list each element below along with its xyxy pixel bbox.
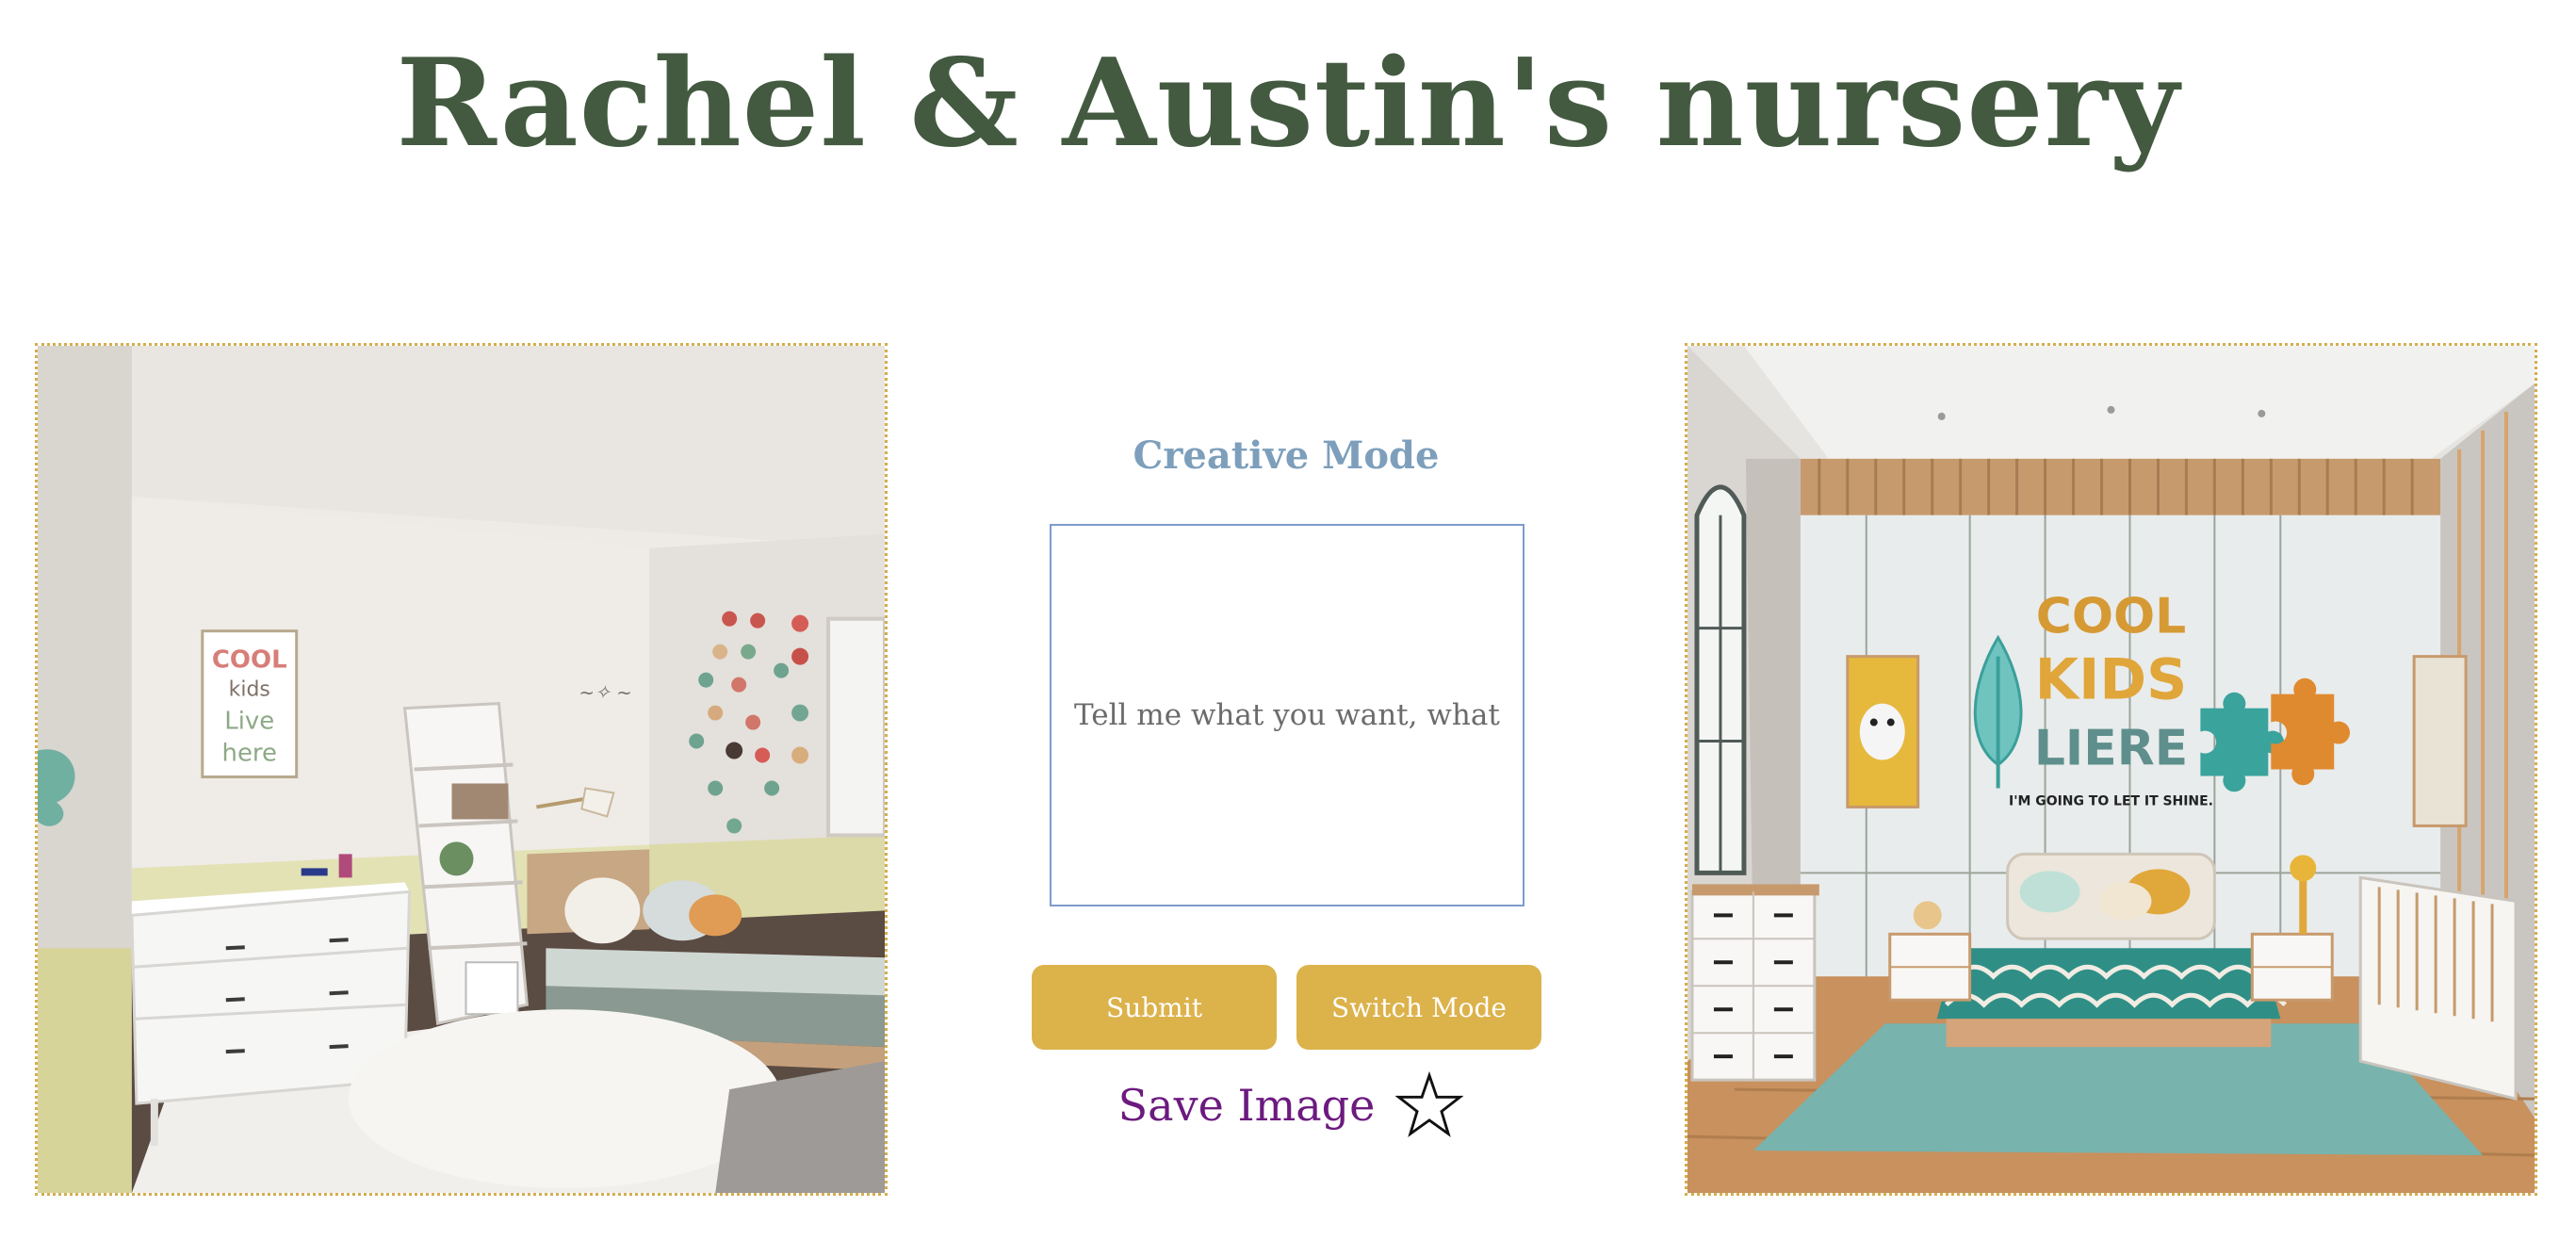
star-outline-icon[interactable] (1395, 1071, 1464, 1139)
wall-art-text-4: here (221, 740, 277, 768)
save-image-link[interactable]: Save Image (1118, 1080, 1376, 1131)
mode-title: Creative Mode (1133, 433, 1440, 478)
svg-text:~✧ ~: ~✧ ~ (579, 681, 632, 704)
submit-button[interactable]: Submit (1032, 965, 1277, 1050)
wall-art-text-3: Live (224, 708, 274, 736)
prompt-input[interactable] (1072, 697, 1502, 733)
switch-mode-button[interactable]: Switch Mode (1296, 965, 1541, 1050)
sign-text-1: COOL (2036, 589, 2187, 645)
wall-art-text-2: kids (229, 678, 270, 702)
sign-text-4: I'M GOING TO LET IT SHINE. (2009, 793, 2213, 808)
page-title: Rachel & Austin's nursery (396, 33, 2180, 174)
sign-text-2: KIDS (2035, 647, 2188, 713)
sign-text-3: LIERE (2034, 721, 2188, 777)
prompt-box[interactable] (1050, 524, 1524, 906)
save-image-row: Save Image (1084, 1065, 1498, 1146)
wall-art-text-1: COOL (212, 646, 287, 675)
generated-room-image: COOL KIDS LIERE I'M GOING TO LET IT SHIN… (1685, 343, 2537, 1196)
original-room-image: COOL kids Live here ~✧ ~ (35, 343, 888, 1196)
